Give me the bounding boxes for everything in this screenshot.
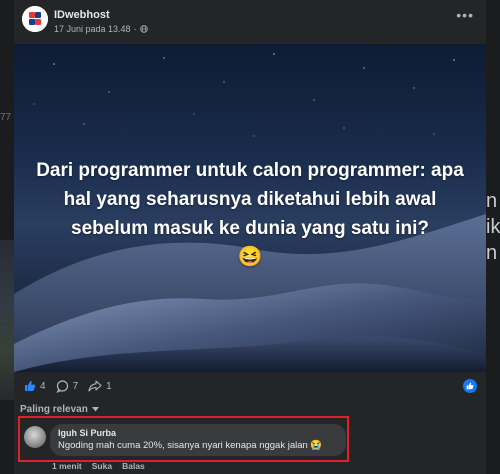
laughing-emoji-icon: 😆: [237, 246, 263, 268]
share-count: 1: [106, 380, 112, 392]
comment-count-button[interactable]: 7: [56, 379, 79, 393]
more-dots-icon[interactable]: •••: [456, 8, 474, 22]
comment-like-button[interactable]: Suka: [92, 461, 112, 471]
background-left-thumbnail: [0, 240, 14, 400]
comment-actions: 1 menit Suka Balas: [52, 461, 145, 471]
globe-icon: [139, 25, 148, 33]
commenter-avatar[interactable]: [24, 426, 46, 448]
comment-reply-button[interactable]: Balas: [122, 461, 145, 471]
background-left-fragment: 77: [0, 112, 12, 123]
chevron-down-icon: [91, 407, 99, 412]
post-timestamp[interactable]: 17 Juni pada 13.48: [54, 24, 131, 34]
post-card: IDwebhost 17 Juni pada 13.48 · ••• Dari …: [14, 0, 486, 474]
commenter-name[interactable]: Iguh Si Purba: [58, 428, 338, 439]
comment-bubble-icon: [56, 379, 68, 393]
page-avatar[interactable]: [22, 6, 48, 32]
share-count-button[interactable]: 1: [88, 380, 112, 392]
page-name[interactable]: IDwebhost: [54, 9, 110, 21]
post-meta: 17 Juni pada 13.48 ·: [54, 24, 148, 34]
share-arrow-icon: [88, 380, 102, 392]
background-right-fragment: n ik n: [486, 190, 500, 264]
post-image[interactable]: Dari programmer untuk calon programmer: …: [14, 44, 486, 372]
thumbs-up-icon: [25, 381, 36, 391]
comment-time[interactable]: 1 menit: [52, 461, 82, 471]
post-header: IDwebhost 17 Juni pada 13.48 · •••: [14, 0, 486, 44]
post-image-text: Dari programmer untuk calon programmer: …: [14, 156, 486, 269]
highlighted-comment: Iguh Si Purba Ngoding mah cuma 20%, sisa…: [18, 416, 349, 462]
like-count: 4: [40, 380, 46, 392]
reactions-bar: 4 7 1: [14, 372, 486, 400]
idwebhost-logo-icon: [22, 6, 48, 32]
comment-sort-dropdown[interactable]: Paling relevan: [20, 404, 99, 415]
like-reaction-icon[interactable]: [463, 379, 477, 393]
comment-text: Ngoding mah cuma 20%, sisanya nyari kena…: [58, 440, 323, 451]
like-count-button[interactable]: 4: [24, 380, 46, 392]
post-image-caption: Dari programmer untuk calon programmer: …: [36, 160, 464, 239]
comment-sort-label: Paling relevan: [20, 404, 88, 415]
comment-bubble[interactable]: Iguh Si Purba Ngoding mah cuma 20%, sisa…: [50, 424, 346, 456]
meta-separator: ·: [133, 24, 137, 34]
comment-count: 7: [72, 380, 79, 392]
